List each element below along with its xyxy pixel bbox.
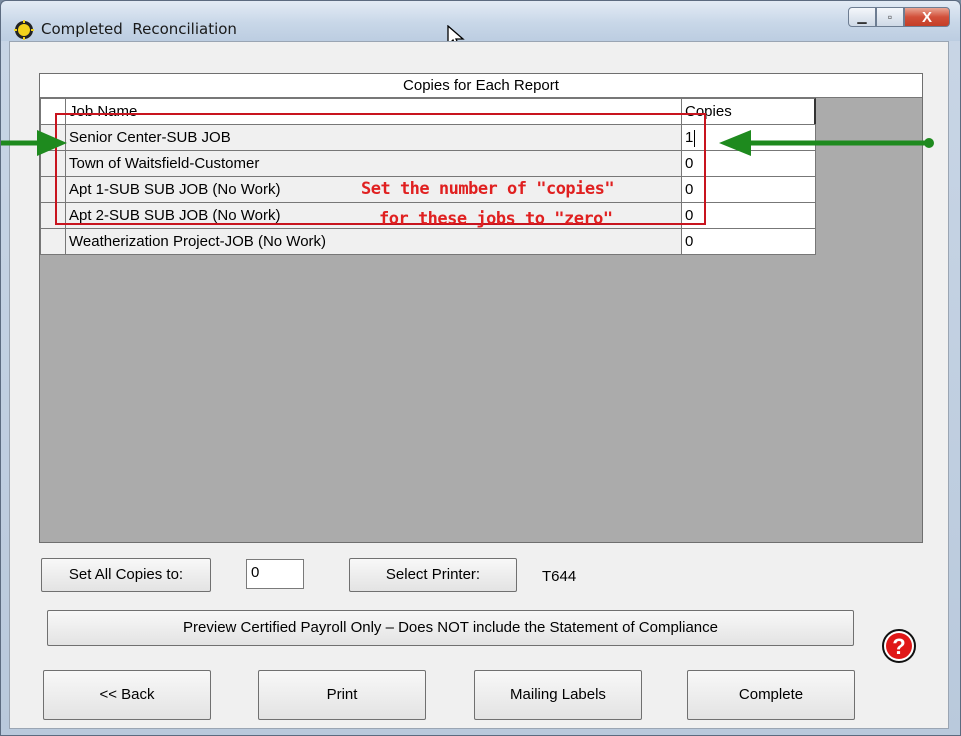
help-icon[interactable]: ? <box>881 628 917 664</box>
printer-name: T644 <box>542 568 577 585</box>
copies-cell[interactable]: 0 <box>681 228 816 255</box>
row-selector[interactable] <box>40 228 66 255</box>
mailing-labels-button[interactable]: Mailing Labels <box>474 670 642 720</box>
sun-app-icon <box>14 20 34 40</box>
arrow-left-icon <box>719 130 934 156</box>
help-symbol: ? <box>892 634 905 659</box>
back-button[interactable]: << Back <box>43 670 211 720</box>
minimize-button[interactable]: ▁ <box>848 7 876 27</box>
print-button[interactable]: Print <box>258 670 426 720</box>
select-printer-button[interactable]: Select Printer: <box>349 558 517 592</box>
set-all-copies-input[interactable]: 0 <box>246 559 304 589</box>
annotation-text-line1: Set the number of "copies" <box>361 179 615 199</box>
close-button[interactable]: X <box>904 7 950 27</box>
set-all-copies-button[interactable]: Set All Copies to: <box>41 558 211 592</box>
app-window: Completed Reconciliation ▁ ▫ X Copies fo… <box>0 0 961 736</box>
job-name-cell: Weatherization Project-JOB (No Work) <box>65 228 682 255</box>
window-title: Completed Reconciliation <box>41 20 237 38</box>
preview-certified-payroll-button[interactable]: Preview Certified Payroll Only – Does NO… <box>47 610 854 646</box>
title-bar[interactable]: Completed Reconciliation ▁ ▫ X <box>1 1 960 50</box>
grid-caption: Copies for Each Report <box>40 74 922 98</box>
arrow-right-icon <box>1 130 67 156</box>
maximize-button[interactable]: ▫ <box>876 7 904 27</box>
annotation-text-line2: for these jobs to "zero" <box>379 209 613 229</box>
complete-button[interactable]: Complete <box>687 670 855 720</box>
